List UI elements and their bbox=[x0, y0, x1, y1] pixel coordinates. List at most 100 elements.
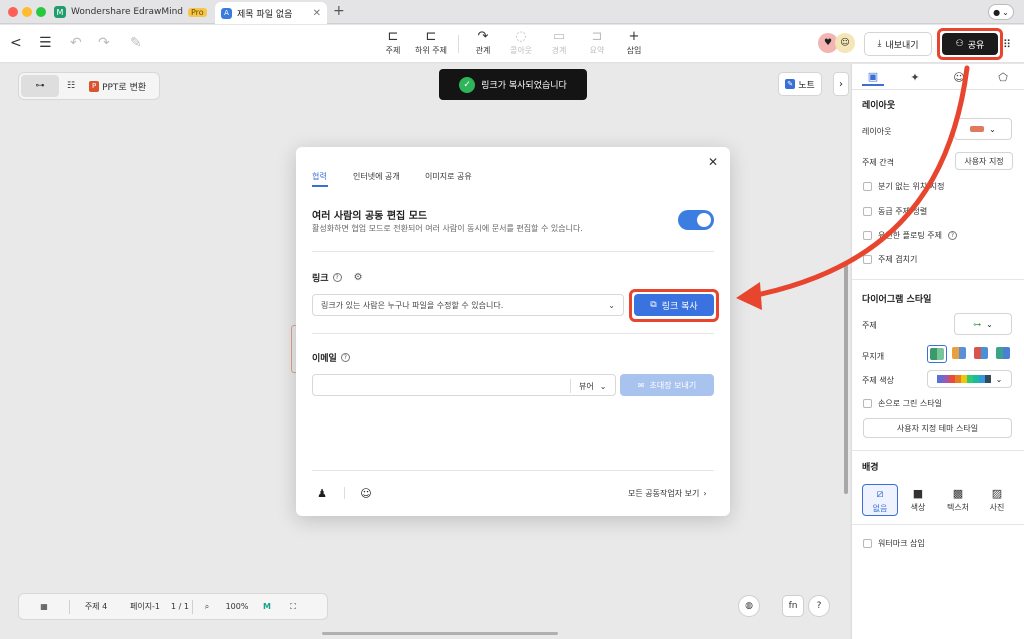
pattern-option-2[interactable] bbox=[952, 347, 966, 362]
tab-share-image[interactable]: 이미지로 공유 bbox=[425, 171, 472, 182]
coedit-title: 여러 사람의 공동 편집 모드 bbox=[312, 211, 428, 222]
link-permission-select[interactable]: 링크가 있는 사람은 누구나 파일을 수정할 수 있습니다. ⌄ bbox=[312, 294, 624, 316]
checkbox-row[interactable]: 주제 겹치기 bbox=[863, 254, 917, 265]
checkbox[interactable] bbox=[863, 255, 872, 264]
horizontal-scrollbar[interactable] bbox=[322, 632, 558, 635]
bg-option-label: 사진 bbox=[989, 503, 1005, 512]
mouse-mode-button[interactable]: ◍ bbox=[738, 595, 760, 617]
app-tab[interactable]: M Wondershare EdrawMind Pro bbox=[54, 2, 214, 22]
subtopic-icon: ⊏ bbox=[425, 29, 437, 44]
collaborator-avatar[interactable]: ☺ bbox=[358, 485, 374, 501]
boundary-tool[interactable]: ▭ 경계 bbox=[539, 29, 579, 56]
checkbox[interactable] bbox=[863, 539, 872, 548]
title-bar: M Wondershare EdrawMind Pro A 제목 파일 없음 ✕… bbox=[0, 0, 1024, 24]
tab-magic[interactable]: ✦ bbox=[904, 68, 926, 86]
help-icon[interactable]: ? bbox=[340, 353, 350, 362]
relationship-tool-label: 관계 bbox=[475, 46, 491, 55]
pattern-option-3[interactable] bbox=[974, 347, 988, 362]
new-tab-button[interactable]: + bbox=[333, 3, 345, 19]
bg-color-option[interactable]: ■ 색상 bbox=[900, 484, 936, 516]
collaborator-avatar[interactable]: ♟ bbox=[314, 485, 330, 501]
topic-shape-icon: ⊶ bbox=[973, 319, 982, 329]
tab-style[interactable]: ▣ bbox=[862, 68, 884, 86]
topic-tool[interactable]: ⊏ 주제 bbox=[373, 29, 413, 56]
mindmap-view-button[interactable]: ⊶ bbox=[21, 75, 59, 97]
layout-select[interactable]: ⌄ bbox=[954, 118, 1012, 140]
summary-tool[interactable]: ⊐ 요약 bbox=[577, 29, 617, 56]
checkbox-row[interactable]: 손으로 그린 스타일 bbox=[863, 398, 942, 409]
vertical-scrollbar[interactable] bbox=[844, 264, 848, 494]
map-icon[interactable]: ▦ bbox=[19, 602, 69, 611]
topic-color-select[interactable]: ⌄ bbox=[927, 370, 1012, 388]
help-button[interactable]: ? bbox=[808, 595, 830, 617]
chevron-down-icon: ⌄ bbox=[1002, 7, 1009, 17]
checkbox[interactable] bbox=[863, 231, 872, 240]
tab-theme[interactable]: ⬠ bbox=[992, 68, 1014, 86]
account-menu[interactable]: ● ⌄ bbox=[988, 4, 1014, 20]
topic-style-select[interactable]: ⊶ ⌄ bbox=[954, 313, 1012, 335]
tab-publish-web[interactable]: 인터넷에 공개 bbox=[353, 171, 400, 182]
outline-view-button[interactable]: ☷ bbox=[61, 75, 81, 97]
spacing-custom-button[interactable]: 사용자 지정 bbox=[955, 152, 1013, 170]
photo-icon: ▨ bbox=[991, 487, 1003, 500]
convert-to-ppt-button[interactable]: P PPT로 변환 bbox=[83, 75, 152, 97]
minimize-window-button[interactable] bbox=[22, 7, 32, 17]
format-painter-icon[interactable]: ✎ bbox=[130, 35, 142, 51]
share-dialog: ✕ 협력 인터넷에 공개 이미지로 공유 여러 사람의 공동 편집 모드 활성화… bbox=[296, 147, 730, 516]
bg-photo-option[interactable]: ▨ 사진 bbox=[979, 484, 1015, 516]
bg-texture-option[interactable]: ▩ 텍스처 bbox=[940, 484, 976, 516]
help-icon[interactable]: ? bbox=[332, 273, 342, 282]
export-button[interactable]: ⤓ 내보내기 bbox=[864, 32, 932, 56]
ai-logo-icon[interactable]: M bbox=[253, 602, 281, 611]
checkbox-row[interactable]: 분기 없는 위치 지정 bbox=[863, 181, 945, 192]
email-label: 이메일 bbox=[312, 354, 337, 364]
settings-gear-icon[interactable]: ⚙ bbox=[354, 272, 363, 283]
dialog-divider bbox=[312, 333, 714, 334]
custom-theme-button[interactable]: 사용자 지정 테마 스타일 bbox=[863, 418, 1012, 438]
chevron-right-icon: › bbox=[703, 489, 707, 498]
callout-icon: ◌ bbox=[515, 29, 527, 44]
subtopic-tool[interactable]: ⊏ 하위 주제 bbox=[411, 29, 451, 56]
apps-grid-icon[interactable]: ⠿ bbox=[1003, 38, 1011, 51]
insert-tool[interactable]: + 삽입 bbox=[614, 29, 654, 56]
chevron-down-icon: ⌄ bbox=[986, 319, 993, 329]
pattern-option-4[interactable] bbox=[996, 347, 1010, 362]
redo-icon[interactable]: ↷ bbox=[98, 35, 110, 51]
help-icon[interactable]: ? bbox=[947, 231, 957, 240]
note-button[interactable]: ✎ 노트 bbox=[778, 72, 822, 96]
pattern-option-1[interactable] bbox=[927, 345, 947, 363]
email-role-select[interactable]: 뷰어 ⌄ bbox=[570, 379, 606, 393]
collapse-panel-button[interactable]: › bbox=[833, 72, 849, 96]
collaborator-avatar[interactable]: ☺ bbox=[835, 33, 855, 53]
zoom-level[interactable]: 100% bbox=[221, 602, 253, 611]
relationship-tool[interactable]: ↷ 관계 bbox=[463, 29, 503, 56]
checkbox-row[interactable]: 워터마크 삽입 bbox=[863, 538, 925, 549]
mindmap-icon: ⊶ bbox=[35, 81, 45, 91]
checkbox[interactable] bbox=[863, 207, 872, 216]
checkbox[interactable] bbox=[863, 182, 872, 191]
send-invite-button[interactable]: ✉ 초대장 보내기 bbox=[620, 374, 714, 396]
help-icon: ? bbox=[816, 601, 822, 611]
function-key-button[interactable]: fn bbox=[782, 595, 804, 617]
close-icon[interactable]: ✕ bbox=[708, 155, 718, 169]
undo-icon[interactable]: ↶ bbox=[70, 35, 82, 51]
zoom-search-icon[interactable]: ⌕ bbox=[193, 602, 221, 612]
checkbox-row[interactable]: 동급 주제 정렬 bbox=[863, 206, 927, 217]
close-window-button[interactable] bbox=[8, 7, 18, 17]
maximize-window-button[interactable] bbox=[36, 7, 46, 17]
checkbox-row[interactable]: 유연한 플로팅 주제? bbox=[863, 230, 957, 241]
tab-collaborate[interactable]: 협력 bbox=[312, 171, 327, 182]
view-all-collaborators-link[interactable]: 모든 공동작업자 보기 › bbox=[628, 488, 707, 499]
tab-icons[interactable]: ☺ bbox=[948, 68, 970, 86]
document-tab[interactable]: A 제목 파일 없음 ✕ bbox=[215, 2, 327, 24]
bg-none-option[interactable]: ⧄ 없음 bbox=[862, 484, 898, 516]
coedit-toggle[interactable] bbox=[678, 210, 714, 230]
callout-tool[interactable]: ◌ 콜아웃 bbox=[501, 29, 541, 56]
page-selector[interactable]: 페이지-1 bbox=[122, 601, 168, 612]
close-tab-icon[interactable]: ✕ bbox=[313, 8, 321, 19]
link-section-label: 링크 ? ⚙ bbox=[312, 271, 363, 284]
fullscreen-icon[interactable]: ⛶ bbox=[281, 602, 305, 612]
back-icon[interactable]: < bbox=[10, 35, 22, 51]
menu-icon[interactable]: ☰ bbox=[39, 35, 52, 51]
checkbox[interactable] bbox=[863, 399, 872, 408]
